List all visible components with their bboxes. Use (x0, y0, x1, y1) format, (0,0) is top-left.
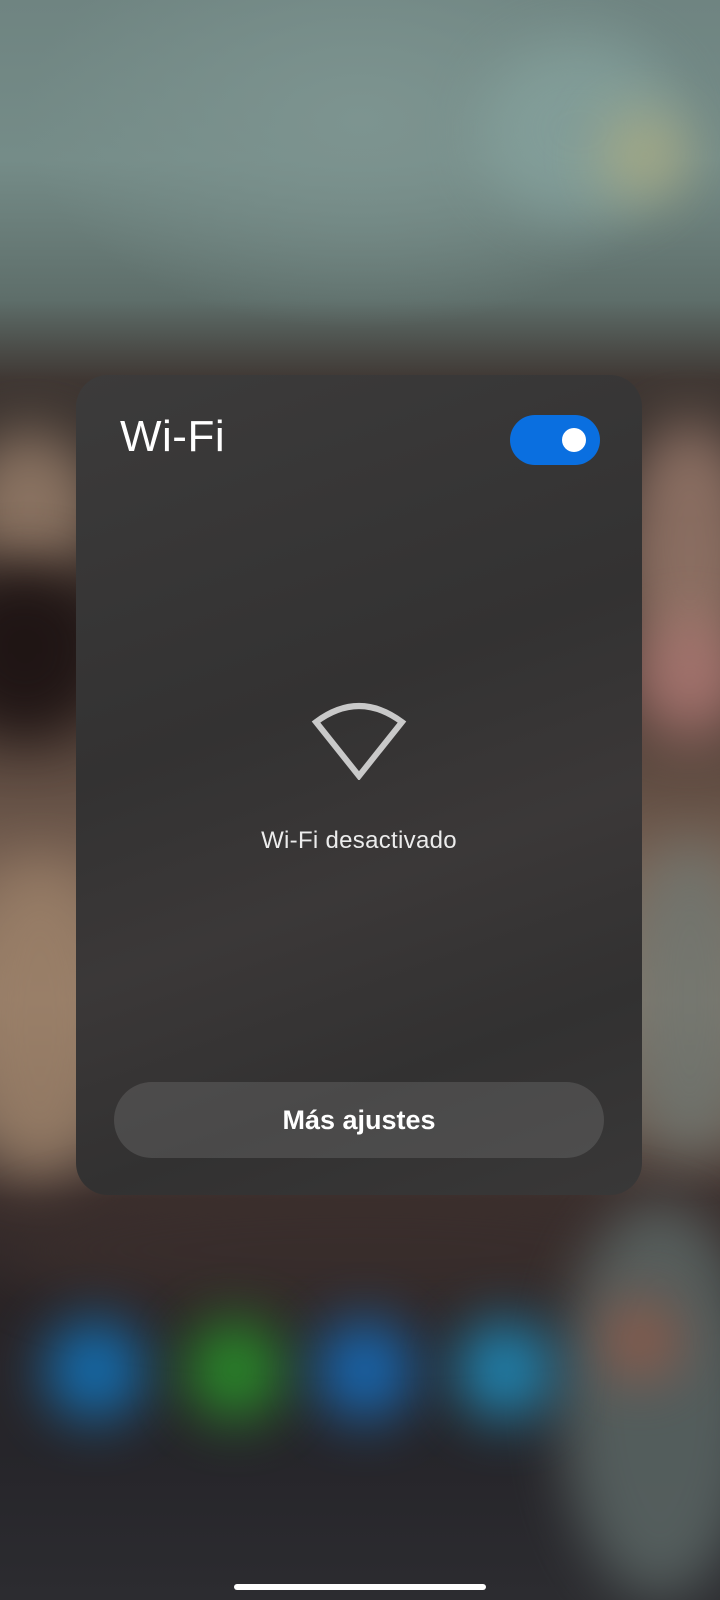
wifi-status-text: Wi-Fi desactivado (261, 827, 457, 854)
wallpaper-blob (600, 110, 690, 200)
toggle-knob (562, 428, 586, 452)
wifi-off-icon (311, 703, 407, 780)
wifi-toggle[interactable] (510, 415, 600, 465)
home-indicator[interactable] (234, 1584, 486, 1590)
wallpaper-blob (600, 1300, 680, 1380)
dock-icon-blur (315, 1320, 415, 1420)
panel-title: Wi-Fi (120, 412, 226, 461)
more-settings-button[interactable]: Más ajustes (114, 1082, 604, 1158)
dock-icon-blur (455, 1320, 555, 1420)
dock-icon-blur (185, 1320, 285, 1420)
dock-icon-blur (45, 1320, 145, 1420)
wifi-panel: Wi-Fi Wi-Fi desactivado Más ajustes (76, 375, 642, 1195)
